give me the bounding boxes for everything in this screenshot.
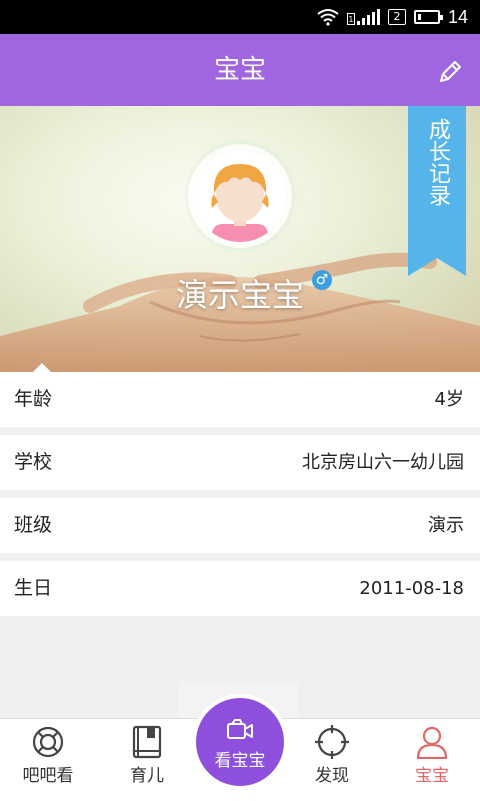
sim1-badge: 1	[346, 13, 355, 25]
growth-record-label: 成长记录	[425, 118, 450, 206]
info-row-age[interactable]: 年龄 4岁	[0, 372, 480, 427]
app-header: 宝宝	[0, 34, 480, 106]
avatar[interactable]	[188, 144, 292, 248]
class-label: 班级	[14, 514, 53, 536]
pencil-icon[interactable]	[436, 58, 464, 86]
male-gender-icon: ♂	[312, 270, 332, 290]
pointer-notch	[33, 363, 51, 372]
status-bar: 1 2 14	[0, 0, 480, 34]
watch-baby-button[interactable]: 看宝宝	[196, 698, 284, 786]
person-icon	[416, 726, 448, 759]
watch-baby-label: 看宝宝	[214, 751, 266, 771]
tab-bababa[interactable]: 吧吧看	[0, 719, 96, 801]
baby-name: 演示宝宝	[175, 276, 304, 314]
video-camera-icon	[227, 719, 253, 739]
tab-discover[interactable]: 发现	[284, 719, 380, 801]
age-value: 4岁	[434, 389, 464, 410]
tab-label: 宝宝	[415, 766, 449, 786]
lifebuoy-icon	[32, 726, 64, 758]
book-icon	[132, 725, 162, 759]
birthday-value: 2011-08-18	[359, 578, 464, 599]
tab-baby[interactable]: 宝宝	[384, 719, 480, 801]
tab-label: 育儿	[130, 766, 164, 786]
class-value: 演示	[428, 515, 464, 536]
birthday-label: 生日	[14, 577, 53, 599]
growth-record-button[interactable]: 成长记录	[408, 106, 466, 276]
profile-hero: 演示宝宝 ♂ 成长记录	[0, 106, 480, 372]
school-value: 北京房山六一幼儿园	[302, 452, 464, 473]
tab-label: 发现	[315, 766, 349, 786]
age-label: 年龄	[14, 388, 53, 410]
school-label: 学校	[14, 451, 53, 473]
tab-label: 吧吧看	[22, 766, 74, 786]
crosshair-icon	[315, 725, 349, 759]
clock: 14	[447, 6, 468, 27]
info-list: 年龄 4岁 学校 北京房山六一幼儿园 班级 演示 生日 2011-08-18	[0, 372, 480, 624]
battery-icon	[413, 10, 443, 24]
signal-icon: 1	[346, 9, 380, 25]
info-row-birthday[interactable]: 生日 2011-08-18	[0, 561, 480, 616]
wifi-icon	[317, 9, 339, 26]
baby-avatar-icon	[194, 150, 286, 242]
info-row-class[interactable]: 班级 演示	[0, 498, 480, 553]
tab-parenting[interactable]: 育儿	[99, 719, 195, 801]
sim2-badge: 2	[387, 9, 406, 25]
info-row-school[interactable]: 学校 北京房山六一幼儿园	[0, 435, 480, 490]
page-title: 宝宝	[213, 55, 266, 85]
